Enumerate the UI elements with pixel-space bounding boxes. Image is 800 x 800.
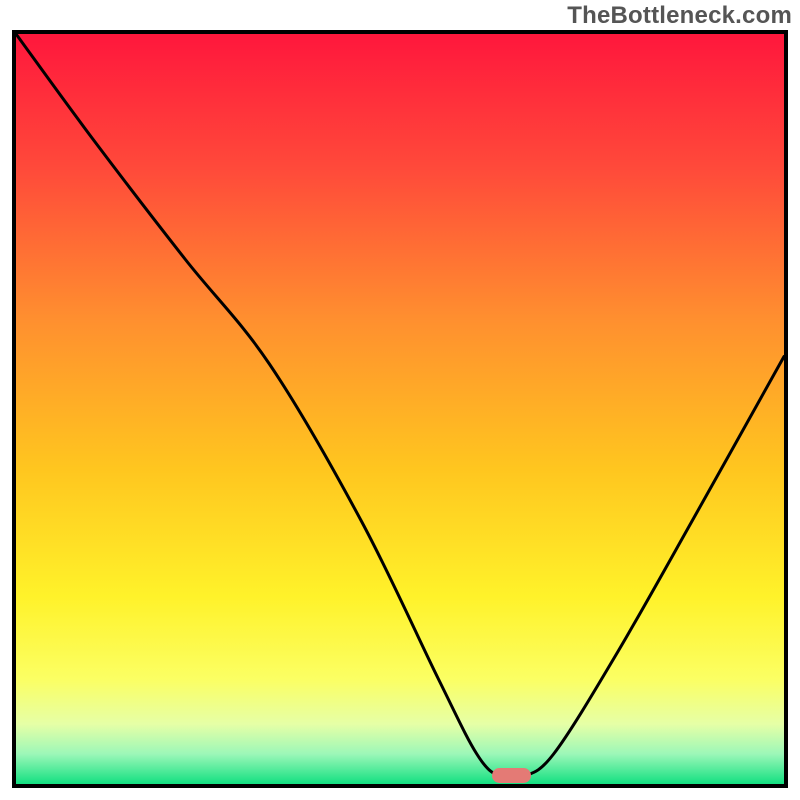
optimal-point-marker — [492, 768, 530, 783]
bottleneck-curve — [16, 34, 784, 784]
plot-frame — [12, 30, 788, 788]
watermark-text: TheBottleneck.com — [567, 2, 792, 30]
chart-container: TheBottleneck.com — [0, 0, 800, 800]
